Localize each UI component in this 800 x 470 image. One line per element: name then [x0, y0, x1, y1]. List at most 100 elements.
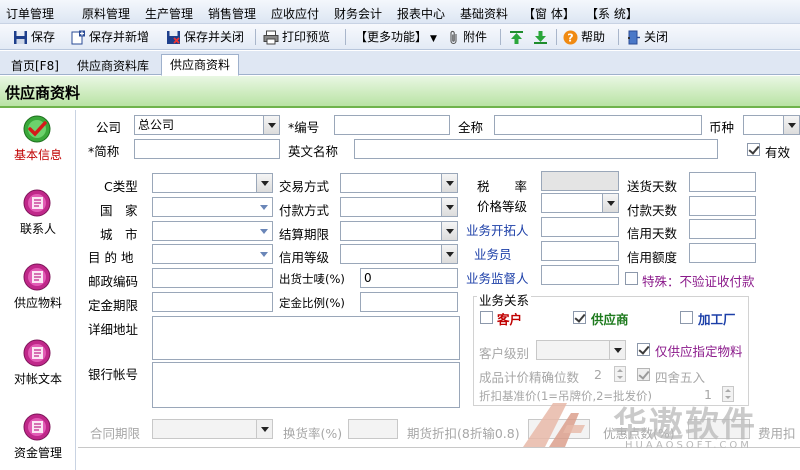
- tab-supplier-info[interactable]: 供应商资料: [161, 54, 240, 76]
- precision-stepper[interactable]: [614, 366, 626, 382]
- menu-sales[interactable]: 销售管理: [208, 5, 256, 22]
- print-preview-label: 打印预览: [282, 30, 331, 44]
- help-button[interactable]: ? 帮助: [563, 28, 605, 46]
- save-new-button[interactable]: 保存并新增: [71, 28, 149, 46]
- menu-system[interactable]: 【系 统】: [586, 5, 638, 22]
- sidebar-item-funds[interactable]: 资金管理: [0, 408, 76, 470]
- more-functions-dropdown[interactable]: 【更多功能】 ▼: [355, 28, 437, 46]
- chevron-down-icon: [441, 222, 457, 240]
- code-input[interactable]: [334, 115, 450, 135]
- sidebar-item-basic-info[interactable]: 基本信息: [0, 110, 76, 176]
- save-close-label: 保存并关闭: [184, 30, 245, 44]
- door-exit-icon: [628, 30, 640, 45]
- sidebar-item-materials[interactable]: 供应物料: [0, 258, 76, 324]
- zip-input[interactable]: [152, 268, 273, 288]
- menu-material[interactable]: 原料管理: [82, 5, 130, 22]
- price-level-label: 价格等级: [477, 199, 528, 214]
- biz-developer-label: 业务开拓人: [466, 223, 529, 238]
- chevron-down-icon: [441, 245, 457, 263]
- city-select[interactable]: [152, 221, 273, 241]
- menu-order[interactable]: 订单管理: [6, 5, 54, 22]
- sidebar: 基本信息 联系人 供应物料 对帐文本 资金管理: [0, 110, 76, 470]
- page-title: 供应商资料: [5, 84, 81, 102]
- chevron-down-icon: [256, 174, 272, 192]
- biz-supervisor-input[interactable]: [541, 265, 619, 285]
- printer-icon: [263, 30, 279, 45]
- credit-limit-input[interactable]: [689, 243, 756, 263]
- chevron-down-icon: [441, 198, 457, 216]
- save-button[interactable]: 保存: [13, 28, 55, 46]
- attach-label: 附件: [463, 30, 488, 44]
- special-checkbox[interactable]: [625, 272, 638, 285]
- delivery-days-input[interactable]: [689, 172, 756, 192]
- svg-text:?: ?: [567, 32, 573, 45]
- menu-report[interactable]: 报表中心: [397, 5, 445, 22]
- funds-icon: [23, 413, 51, 441]
- move-down-button[interactable]: [533, 28, 551, 46]
- factory-checkbox[interactable]: [680, 311, 693, 324]
- bank-account-label: 银行帐号: [88, 367, 139, 382]
- settle-term-select[interactable]: [340, 221, 458, 241]
- only-material-checkbox[interactable]: [637, 343, 650, 356]
- trade-mode-label: 交易方式: [279, 179, 330, 194]
- company-select[interactable]: 总公司: [134, 115, 280, 135]
- sidebar-item-statement[interactable]: 对帐文本: [0, 334, 76, 400]
- valid-checkbox[interactable]: [747, 143, 760, 156]
- contract-term-select[interactable]: [152, 419, 273, 439]
- destination-select[interactable]: [152, 244, 273, 264]
- save-close-button[interactable]: 保存并关闭: [166, 28, 244, 46]
- chevron-down-icon: [783, 116, 799, 134]
- factory-label: 加工厂: [698, 312, 736, 327]
- currency-select[interactable]: [743, 115, 800, 135]
- address-textarea[interactable]: [152, 316, 460, 360]
- currency-label: 币种: [709, 120, 735, 135]
- price-level-select[interactable]: [541, 193, 619, 213]
- credit-level-select[interactable]: [340, 244, 458, 264]
- supplier-label: 供应商: [591, 312, 629, 327]
- tax-rate-input[interactable]: [541, 171, 619, 191]
- fullname-input[interactable]: [494, 115, 702, 135]
- menu-receivable[interactable]: 应收应付: [271, 5, 319, 22]
- supplier-checkbox[interactable]: [573, 311, 586, 324]
- save-close-icon: [167, 31, 180, 44]
- chevron-down-icon: [256, 222, 272, 240]
- payment-days-input[interactable]: [689, 196, 756, 216]
- trade-mode-select[interactable]: [340, 173, 458, 193]
- menu-basic[interactable]: 基础资料: [460, 5, 508, 22]
- print-preview-button[interactable]: 打印预览: [263, 28, 330, 46]
- move-up-button[interactable]: [509, 28, 527, 46]
- round-label: 四舍五入: [655, 370, 706, 385]
- close-button[interactable]: 关闭: [627, 28, 668, 46]
- credit-days-input[interactable]: [689, 219, 756, 239]
- customer-level-select[interactable]: [536, 340, 626, 360]
- deposit-term-input[interactable]: [152, 292, 273, 312]
- arrow-down-icon: [534, 31, 547, 44]
- materials-icon: [23, 263, 51, 291]
- menu-window[interactable]: 【窗 体】: [523, 5, 575, 22]
- payment-mode-select[interactable]: [340, 197, 458, 217]
- ship-mark-input[interactable]: 0: [360, 268, 458, 288]
- tab-supplier-library[interactable]: 供应商资料库: [68, 55, 158, 75]
- sidebar-label-statement: 对帐文本: [13, 372, 62, 386]
- short-name-label: *简称: [88, 144, 120, 159]
- english-name-input[interactable]: [354, 139, 718, 159]
- exchange-rate-input[interactable]: [348, 419, 398, 439]
- type-select[interactable]: [152, 173, 273, 193]
- round-checkbox[interactable]: [637, 368, 650, 381]
- attach-button[interactable]: 附件: [448, 28, 487, 46]
- chevron-down-icon: [602, 194, 618, 212]
- country-select[interactable]: [152, 197, 273, 217]
- watermark-text-en: HUAAOSOFT.COM: [625, 440, 752, 451]
- short-name-input[interactable]: [134, 139, 280, 159]
- customer-checkbox[interactable]: [480, 311, 493, 324]
- payment-days-label: 付款天数: [627, 203, 678, 218]
- biz-developer-input[interactable]: [541, 217, 619, 237]
- toolbar-separator: [556, 29, 557, 45]
- menu-production[interactable]: 生产管理: [145, 5, 193, 22]
- menu-finance[interactable]: 财务会计: [334, 5, 382, 22]
- bank-account-textarea[interactable]: [152, 362, 460, 408]
- tab-home[interactable]: 首页[F8]: [2, 55, 68, 75]
- deposit-ratio-input[interactable]: [360, 292, 458, 312]
- sidebar-item-contacts[interactable]: 联系人: [0, 184, 76, 250]
- salesman-input[interactable]: [541, 241, 619, 261]
